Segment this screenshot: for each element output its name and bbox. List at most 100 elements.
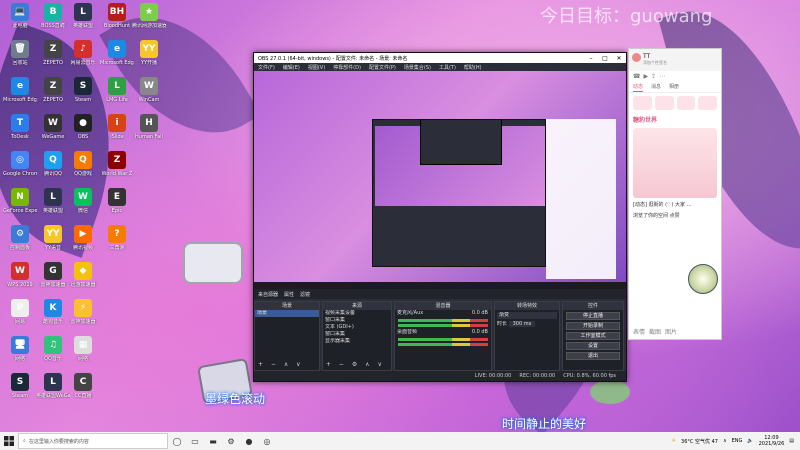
feature-tile[interactable] xyxy=(633,96,652,110)
menu-item[interactable]: 文件(F) xyxy=(258,64,275,71)
close-icon[interactable]: ✕ xyxy=(612,55,626,62)
desktop-icon[interactable]: Z ZEPETO xyxy=(36,40,70,66)
desktop-icon[interactable]: N GeForce Experience xyxy=(3,188,37,214)
obs-taskbar-icon[interactable]: ● xyxy=(240,432,258,450)
menu-item[interactable]: 编辑(E) xyxy=(283,64,300,71)
obs-preview[interactable] xyxy=(254,71,626,289)
desktop-icon[interactable]: BH BloodHunt xyxy=(100,3,134,29)
menu-item[interactable]: 配置文件(P) xyxy=(369,64,396,71)
desktop-icon[interactable]: ⚙ 控制面板 xyxy=(3,225,37,251)
desktop-icon[interactable]: 🗑 回收站 xyxy=(3,40,37,66)
desktop-icon[interactable]: P 网易 xyxy=(3,299,37,325)
desktop-icon[interactable]: C CC直播 xyxy=(66,373,100,399)
taskbar-search[interactable]: ⌕ 在这里输入你要搜索的内容 xyxy=(18,433,168,449)
volume-slider[interactable] xyxy=(398,343,488,346)
feature-tile[interactable] xyxy=(676,96,696,110)
desktop-icon[interactable]: YY YY开播 xyxy=(132,40,166,66)
desktop-icon[interactable]: ♪ 网易云音乐 xyxy=(66,40,100,66)
desktop-icon[interactable]: ▶ 腾讯视频 xyxy=(66,225,100,251)
source-item[interactable]: 显示器采集 xyxy=(323,338,391,345)
control-button[interactable]: 工作室模式 xyxy=(566,332,620,340)
qq-chat-window[interactable]: TT 添加个性签名 ☎ ▶ ⇪ ⋯ 动态 消息 相册 糖豹世界 [动态] 逛街的 (… xyxy=(628,48,722,340)
desktop-icon[interactable]: W 微信 xyxy=(66,188,100,214)
desktop-icon[interactable]: W WinCam xyxy=(132,77,166,103)
desktop-icon[interactable]: H Human Fall xyxy=(132,114,166,140)
desktop-icon[interactable]: ◎ Google Chrome xyxy=(3,151,37,177)
qq-tab[interactable]: 动态 xyxy=(633,83,644,92)
menu-item[interactable]: 视图(V) xyxy=(308,64,325,71)
desktop-icon[interactable]: 💻 此电脑 xyxy=(3,3,37,29)
source-item[interactable]: 窗口采集 xyxy=(323,331,391,338)
minimize-icon[interactable]: – xyxy=(584,55,598,62)
volume-slider[interactable] xyxy=(398,324,488,327)
share-icon[interactable]: ⇪ xyxy=(651,73,656,81)
qq-tab[interactable]: 相册 xyxy=(669,83,679,92)
menu-item[interactable]: 帮助(H) xyxy=(464,64,482,71)
desktop-icon[interactable]: ♫ QQ音乐 xyxy=(36,336,70,362)
maximize-icon[interactable]: □ xyxy=(598,55,612,62)
desktop-icon[interactable]: e Microsoft Edge xyxy=(3,77,37,103)
desktop-icon[interactable]: L 英雄联盟 xyxy=(36,188,70,214)
control-button[interactable]: 开始录制 xyxy=(566,322,620,330)
desktop-icon[interactable]: ▦ 网络 xyxy=(66,336,100,362)
chevron-up-icon[interactable]: ∧ xyxy=(723,438,727,444)
source-item[interactable]: 视频采集设备 xyxy=(323,310,391,317)
menu-item[interactable]: 工具(T) xyxy=(439,64,456,71)
transition-select[interactable]: 渐变 xyxy=(497,312,557,319)
qq-footer-item[interactable]: 表情 xyxy=(633,327,645,336)
desktop-icon[interactable]: S Steam xyxy=(3,373,37,399)
desktop-icon[interactable]: S Steam xyxy=(66,77,100,103)
avatar[interactable] xyxy=(632,53,641,62)
desktop-icon[interactable]: K 酷狗音乐 xyxy=(36,299,70,325)
windows-start-icon[interactable] xyxy=(0,432,18,450)
dock-toolbar-item[interactable]: 来自源器 xyxy=(258,291,278,298)
control-button[interactable]: 退出 xyxy=(566,352,620,360)
control-button[interactable]: 设置 xyxy=(566,342,620,350)
desktop-icon[interactable]: ◆ 迅游加速器 xyxy=(66,262,100,288)
feature-tile[interactable] xyxy=(698,96,717,110)
search-input[interactable]: 在这里输入你要搜索的内容 xyxy=(29,438,89,445)
file-explorer-icon[interactable]: ▬ xyxy=(204,432,222,450)
video-icon[interactable]: ▶ xyxy=(643,73,648,81)
desktop-icon[interactable]: L 英雄联盟 xyxy=(66,3,100,29)
source-controls[interactable]: + − ⚙ ∧ ∨ xyxy=(326,361,385,368)
desktop-icon[interactable]: Z World War Z xyxy=(100,151,134,177)
chrome-taskbar-icon[interactable]: ◎ xyxy=(258,432,276,450)
desktop-icon[interactable]: ★ 腾讯网游加速器 xyxy=(132,3,166,29)
desktop-icon[interactable]: G 雷神加速器 xyxy=(36,262,70,288)
phone-icon[interactable]: ☎ xyxy=(633,73,640,81)
speaker-icon[interactable]: 🔈 xyxy=(747,438,753,444)
desktop-icon[interactable]: ● OBS xyxy=(66,114,100,140)
task-view-icon[interactable]: ▭ xyxy=(186,432,204,450)
source-item[interactable]: 文本 (GDI+) xyxy=(323,324,391,331)
app-icon[interactable]: ⚙ xyxy=(222,432,240,450)
notification-icon[interactable]: ▤ xyxy=(789,438,794,444)
control-button[interactable]: 停止直播 xyxy=(566,312,620,320)
desktop-icon[interactable]: YY YY语音 xyxy=(36,225,70,251)
desktop-icon[interactable]: 🖥 网络 xyxy=(3,336,37,362)
desktop-icon[interactable]: L LMG Life xyxy=(100,77,134,103)
desktop-icon[interactable]: E Epic xyxy=(100,188,134,214)
dock-toolbar-item[interactable]: 属性 xyxy=(284,291,294,298)
desktop-icon[interactable]: T ToDesk xyxy=(3,114,37,140)
desktop-icon[interactable]: Q QQ游戏 xyxy=(66,151,100,177)
desktop-icon[interactable]: W WeGame xyxy=(36,114,70,140)
qq-photo[interactable] xyxy=(633,128,717,198)
menu-item[interactable]: 场景集合(S) xyxy=(404,64,431,71)
ime-indicator[interactable]: ENG xyxy=(732,438,743,444)
desktop-icon[interactable]: B BOSS直聘 xyxy=(36,3,70,29)
more-icon[interactable]: ⋯ xyxy=(659,73,665,81)
scene-controls[interactable]: + − ∧ ∨ xyxy=(258,361,304,368)
qq-footer-item[interactable]: 图片 xyxy=(665,327,677,336)
desktop-icon[interactable]: ? 三角洲 xyxy=(100,225,134,251)
desktop-icon[interactable]: ⚡ 雷神加速器 xyxy=(66,299,100,325)
source-item[interactable]: 窗口采集 xyxy=(323,317,391,324)
scene-item[interactable]: 场景 xyxy=(255,310,319,317)
desktop-icon[interactable]: W WPS 2019 xyxy=(3,262,37,288)
feature-tile[interactable] xyxy=(654,96,674,110)
desktop-icon[interactable]: L 英雄联盟WeGame版 xyxy=(36,373,70,399)
task-view-icon[interactable]: ◯ xyxy=(168,432,186,450)
obs-titlebar[interactable]: OBS 27.0.1 (64-bit, windows) - 配置文件: 未命名… xyxy=(254,53,626,63)
menu-item[interactable]: 停靠部件(D) xyxy=(333,64,361,71)
qq-footer-item[interactable]: 截图 xyxy=(649,327,661,336)
